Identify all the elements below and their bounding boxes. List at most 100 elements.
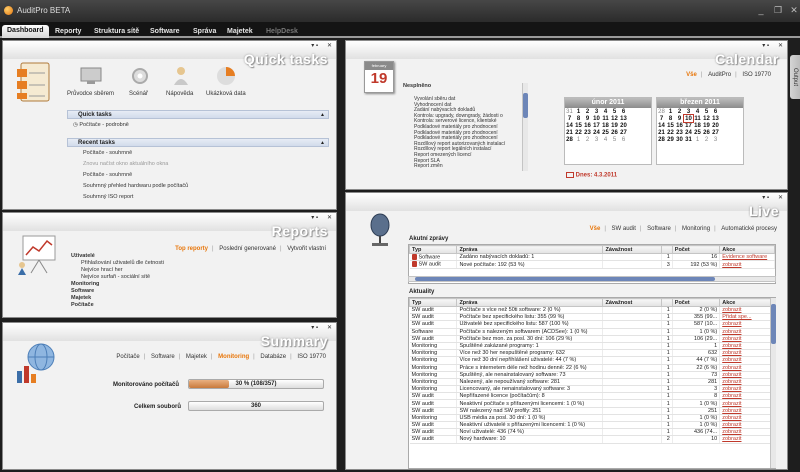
column-header[interactable]: Počet [671,245,721,254]
collapse-icon[interactable]: ▲ [320,139,325,147]
table-row[interactable]: Monitoring Licencovaný, ale nenainstalova… [409,385,775,394]
calendar-day[interactable]: 3 [684,108,693,115]
table-row[interactable]: Monitoring Více než 30 her nespuštěné pro… [409,349,775,358]
table-row[interactable]: Monitoring Spuštěné zakázané programy: 1 1… [409,342,775,351]
action-link[interactable]: zobrazit [719,335,775,343]
calendar-day[interactable]: 8 [574,115,583,122]
calendar-day[interactable]: 19 [610,122,619,129]
table-row[interactable]: Monitoring Spuštěný, ale nenainstalovaný … [409,371,775,379]
calendar-day[interactable]: 1 [666,108,675,115]
calendar-day[interactable]: 6 [711,108,720,115]
pin-icon[interactable]: ▾ ▪ [311,324,318,331]
tab-majetek[interactable]: Majetek [222,26,258,38]
pin-icon[interactable]: ▾ ▪ [311,42,318,49]
calendar-day[interactable]: 23 [583,129,592,136]
table-row[interactable]: SW audit Počítače s více než 50ti softwar… [409,306,775,315]
output-side-tab[interactable]: Output [790,55,800,99]
action-link[interactable]: zobrazit [719,342,775,351]
action-link[interactable]: zobrazit [719,414,775,423]
table-row[interactable]: SW audit Nové počítače: 192 (53 %) 3 192 (5… [409,260,775,269]
column-header[interactable]: Závažnost [602,298,662,307]
table-row[interactable]: SW audit Noví uživatelé: 436 (74 %) 1 436 (… [409,428,775,437]
action-link[interactable]: zobrazit [719,371,775,379]
calendar-day[interactable]: 1 [574,136,583,143]
calendar-day[interactable]: 18 [693,122,702,129]
column-header[interactable]: Závažnost [602,245,662,254]
minimize-icon[interactable]: _ [755,4,767,16]
table-row[interactable]: SW audit Počítače bez mon. za posl. 30 dn… [409,335,775,343]
calendar-day[interactable]: 2 [675,108,684,115]
calendar-day[interactable]: 23 [675,129,684,136]
calendar-day[interactable]: 18 [601,122,610,129]
help-label[interactable]: Nápověda [166,91,193,97]
calendar-day[interactable]: 25 [693,129,702,136]
filter-sw-audit[interactable]: SW audit [610,226,638,232]
calendar-day[interactable]: 25 [601,129,610,136]
calendar-day[interactable]: 14 [565,122,574,129]
calendar-day[interactable]: 5 [702,108,711,115]
recent-task-item[interactable]: Souhrnný přehled hardwaru podle počítačů [83,183,188,189]
calendar-day[interactable]: 8 [666,115,675,122]
action-link[interactable]: zobrazit [719,435,775,444]
calendar-day[interactable]: 27 [619,129,628,136]
tab-databases[interactable]: Databáze [258,354,288,360]
pending-task-item[interactable]: Report změn [414,163,443,169]
wizard-monitor-icon[interactable] [79,66,103,86]
calendar-day[interactable]: 20 [711,122,720,129]
news-table-scrollbar[interactable] [770,298,776,468]
calendar-day[interactable]: 21 [657,129,666,136]
report-category[interactable]: Majetek [71,295,91,301]
calendar-day[interactable]: 19 [702,122,711,129]
calendar-day[interactable]: 28 [657,108,666,115]
calendar-day[interactable]: 4 [601,136,610,143]
column-header[interactable]: Akce [719,298,775,307]
calendar-day[interactable]: 30 [675,136,684,143]
scenario-gear-icon[interactable] [130,66,150,86]
table-row[interactable]: SW audit SW nalezený nad SW profily: 251 1… [409,407,775,415]
tab-software[interactable]: Software [149,354,177,360]
scenario-label[interactable]: Scénář [129,91,148,97]
filter-software[interactable]: Software [645,226,673,232]
calendar-day[interactable]: 10 [592,115,601,122]
calendar-day[interactable]: 16 [675,122,684,129]
pin-icon[interactable]: ▾ ▪ [762,194,769,201]
filter-iso[interactable]: ISO 19770 [740,72,773,78]
calendar-day[interactable]: 26 [702,129,711,136]
action-link[interactable]: zobrazit [719,349,775,358]
help-person-icon[interactable] [171,65,191,87]
calendar-day[interactable]: 20 [619,122,628,129]
calendar-day[interactable]: 15 [574,122,583,129]
panel-close-icon[interactable]: ✕ [327,42,332,49]
action-link[interactable]: zobrazit [719,378,775,387]
table-row[interactable]: SW audit Neaktivní uživatelé s přiřazeným… [409,421,775,430]
today-label[interactable]: Dnes: 4.3.2011 [566,172,617,179]
tab-reporty[interactable]: Reporty [50,26,86,38]
table-row[interactable]: SW audit Neaktivní počítače s přiřazenými… [409,399,775,408]
tab-computers[interactable]: Počítače [114,354,141,360]
calendar-day[interactable]: 17 [684,122,693,129]
table-row[interactable]: Software Počítače s nalezeným softwarem (… [409,328,775,336]
calendar-day[interactable]: 27 [711,129,720,136]
report-category[interactable]: Uživatelé [71,253,95,259]
column-header[interactable]: Akce [719,245,775,254]
tab-last-generated[interactable]: Poslední generované [217,246,278,252]
table-row[interactable]: SW audit Nový hardware: 10 2 10 zobrazit [409,435,775,444]
sample-data-label[interactable]: Ukázková data [206,91,246,97]
report-item[interactable]: Nejvíce surfaři - sociální sítě [81,274,150,280]
table-row[interactable]: SW audit Uživatelé bez specifického listu… [409,320,775,329]
column-header[interactable] [660,245,673,254]
restore-icon[interactable]: ❐ [772,4,784,16]
recent-task-item[interactable]: Znovu načíst okno aktuálního okna [83,161,168,167]
calendar-day[interactable]: 6 [619,136,628,143]
calendar-day[interactable]: 2 [702,136,711,143]
tab-monitoring[interactable]: Monitoring [216,354,251,360]
calendar-day[interactable]: 1 [693,136,702,143]
table-row[interactable]: Monitoring Nalezený, ale nepoužívaný soft… [409,378,775,387]
collapse-icon[interactable]: ▲ [320,111,325,119]
calendar-day[interactable]: 11 [693,115,702,122]
calendar-day[interactable]: 7 [565,115,574,122]
calendar-day[interactable]: 28 [565,136,574,143]
calendar-day[interactable]: 15 [666,122,675,129]
calendar-day[interactable]: 29 [666,136,675,143]
calendar-day[interactable]: 21 [565,129,574,136]
